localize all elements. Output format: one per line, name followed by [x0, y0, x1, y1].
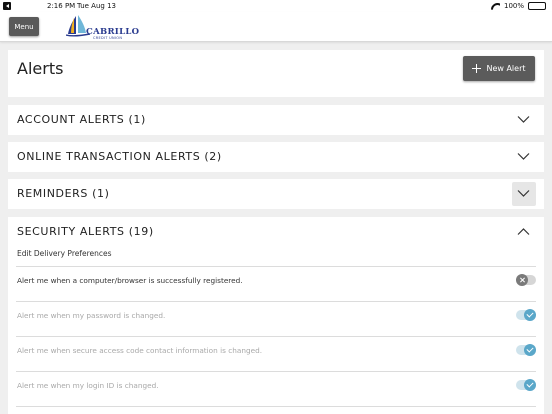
- menu-button[interactable]: Menu: [9, 17, 39, 36]
- alert-toggle[interactable]: [516, 344, 536, 356]
- alert-row: Alert me when my login ID is changed.: [16, 371, 536, 406]
- logo-subtitle: CREDIT UNION: [93, 36, 123, 40]
- cabrillo-logo[interactable]: CABRILLO CREDIT UNION: [66, 15, 139, 41]
- plus-icon: [472, 64, 482, 73]
- section-reminders[interactable]: REMINDERS (1): [8, 179, 544, 209]
- section-account-alerts[interactable]: ACCOUNT ALERTS (1): [8, 105, 544, 135]
- battery-icon: [528, 2, 546, 10]
- top-nav: Menu CABRILLO CREDIT UNION: [0, 12, 552, 42]
- section-security-alerts: SECURITY ALERTS (19) Edit Delivery Prefe…: [8, 217, 544, 414]
- chevron-down-icon[interactable]: [517, 115, 530, 124]
- alert-toggle[interactable]: [516, 274, 536, 286]
- alert-row: Alert me when a computer/browser is succ…: [16, 266, 536, 301]
- section-label: REMINDERS (1): [17, 187, 110, 200]
- wifi-icon: [491, 3, 500, 10]
- new-alert-label: New Alert: [486, 64, 526, 73]
- toggle-on-check-icon: [524, 309, 536, 321]
- section-label[interactable]: SECURITY ALERTS (19): [17, 225, 154, 238]
- new-alert-button[interactable]: New Alert: [463, 56, 535, 81]
- toggle-on-check-icon: [524, 379, 536, 391]
- alert-row: Alert me when secure access code contact…: [16, 336, 536, 371]
- toggle-off-icon: [516, 274, 528, 286]
- chevron-up-icon[interactable]: [517, 227, 530, 236]
- page-title: Alerts: [17, 59, 64, 78]
- alert-toggle[interactable]: [516, 379, 536, 391]
- chevron-down-icon[interactable]: [517, 152, 530, 161]
- battery-percent: 100%: [503, 2, 524, 10]
- alert-row-text: Alert me when my password is changed.: [17, 311, 166, 320]
- status-right: 100%: [491, 2, 546, 10]
- alert-row-divider: [16, 406, 536, 414]
- toggle-on-check-icon: [524, 344, 536, 356]
- status-bar: 2:16 PM Tue Aug 13 100%: [0, 0, 552, 12]
- alerts-header-card: Alerts New Alert: [8, 50, 544, 97]
- section-online-transaction-alerts[interactable]: ONLINE TRANSACTION ALERTS (2): [8, 142, 544, 172]
- section-label: ONLINE TRANSACTION ALERTS (2): [17, 150, 222, 163]
- edit-delivery-preferences-link[interactable]: Edit Delivery Preferences: [17, 249, 112, 258]
- status-time: 2:16 PM: [47, 2, 76, 10]
- alert-toggle[interactable]: [516, 309, 536, 321]
- section-label: ACCOUNT ALERTS (1): [17, 113, 146, 126]
- alert-row-text: Alert me when a computer/browser is succ…: [17, 276, 243, 285]
- alert-row-text: Alert me when my login ID is changed.: [17, 381, 159, 390]
- alert-row-text: Alert me when secure access code contact…: [17, 346, 263, 355]
- back-arrow-icon[interactable]: [3, 2, 11, 10]
- chevron-down-icon[interactable]: [512, 182, 536, 206]
- status-date: Tue Aug 13: [77, 2, 116, 10]
- alert-row: Alert me when my password is changed.: [16, 301, 536, 336]
